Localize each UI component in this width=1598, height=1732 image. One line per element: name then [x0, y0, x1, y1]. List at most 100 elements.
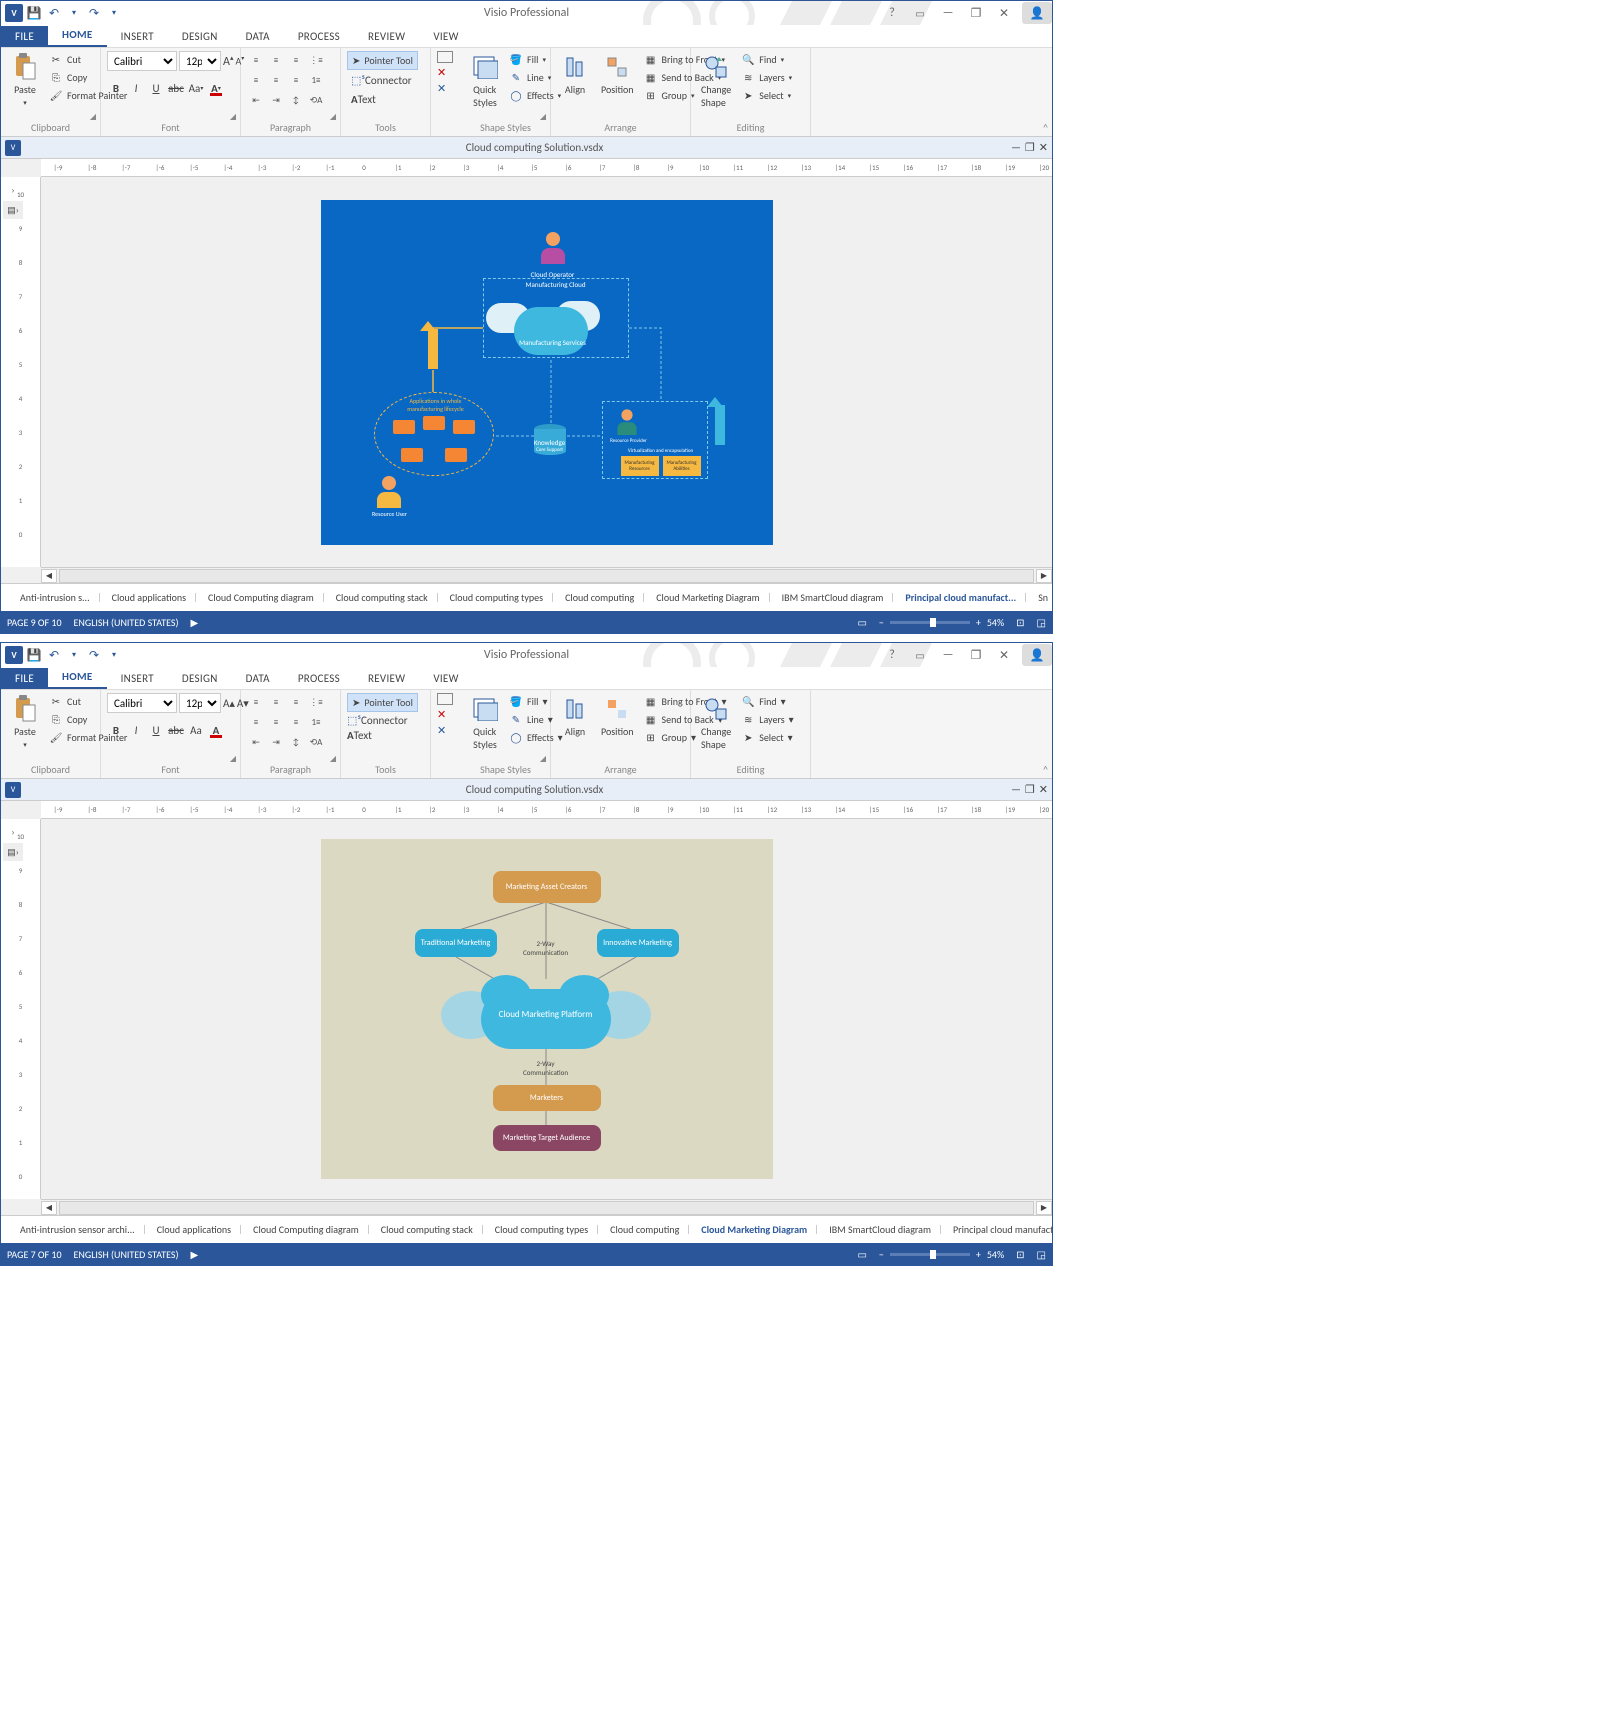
scroll-right-icon[interactable]: ▶ — [1036, 569, 1052, 583]
presentation-icon[interactable]: ▭ — [857, 616, 866, 629]
doc-restore-icon[interactable]: ❐ — [1025, 141, 1035, 154]
ribbon-display-icon[interactable]: ▭ — [906, 3, 934, 23]
scroll-track[interactable] — [59, 569, 1034, 583]
resource-user-shape[interactable] — [376, 476, 402, 510]
align-left-icon[interactable]: ≡ — [247, 71, 265, 89]
collapse-ribbon-icon[interactable]: ^ — [1043, 121, 1048, 134]
font-family-select[interactable]: Calibri — [107, 51, 177, 71]
scroll-right-2[interactable]: ▶ — [1036, 1201, 1052, 1215]
undo-icon-2[interactable]: ↶ — [45, 646, 63, 664]
numbering-icon[interactable]: 1≡ — [307, 71, 325, 89]
tab-view[interactable]: VIEW — [419, 26, 472, 47]
case-2[interactable]: Aa — [187, 721, 205, 739]
ptab2-6[interactable]: Cloud computing — [599, 1218, 690, 1241]
restore-icon-2[interactable]: ❐ — [962, 645, 990, 665]
paragraph-launcher-icon[interactable]: ◢ — [328, 112, 338, 122]
undo-icon[interactable]: ↶ — [45, 4, 63, 22]
text-tool-2[interactable]: AText — [347, 729, 372, 742]
tab-design[interactable]: DESIGN — [168, 26, 232, 47]
canvas-1[interactable]: Cloud Operator Manufacturing Cloud Manuf… — [41, 177, 1052, 567]
ptab2-1[interactable]: Anti-intrusion sensor archi... — [9, 1218, 146, 1241]
tab-file-2[interactable]: FILE — [1, 668, 48, 689]
align-2[interactable]: Align — [557, 693, 593, 740]
tab-file[interactable]: FILE — [1, 26, 48, 47]
shapes-pane-toggle-icon[interactable]: › — [3, 181, 23, 199]
fit-page-icon[interactable]: ⊡ — [1016, 616, 1024, 629]
zoom-control[interactable]: − + 54% — [879, 616, 1004, 629]
zoom-out-icon[interactable]: − — [879, 616, 884, 629]
connection-point-icon[interactable]: ✕ — [437, 82, 446, 95]
ptab-2[interactable]: Cloud applications — [101, 586, 197, 609]
text-tool-button[interactable]: AText — [347, 91, 380, 108]
zoom-out-2[interactable]: − — [879, 1248, 884, 1261]
ptab-5[interactable]: Cloud computing types — [439, 586, 554, 609]
qat-more-2[interactable]: ▾ — [105, 646, 123, 664]
diagram-page-1[interactable]: Cloud Operator Manufacturing Cloud Manuf… — [321, 200, 773, 545]
select-button[interactable]: ➤Select▾ — [739, 87, 794, 103]
save-icon[interactable]: 💾 — [25, 4, 43, 22]
close-icon[interactable]: ✕ — [990, 3, 1018, 23]
ptab-8[interactable]: IBM SmartCloud diagram — [771, 586, 895, 609]
user-icon-2[interactable]: 👤 — [1022, 644, 1052, 666]
case-icon[interactable]: Aa▾ — [187, 79, 205, 97]
zoom-slider[interactable] — [890, 621, 970, 624]
ptab2-2[interactable]: Cloud applications — [146, 1218, 242, 1241]
close-icon-2[interactable]: ✕ — [990, 645, 1018, 665]
ptab-1[interactable]: Anti-intrusion s... — [9, 586, 101, 609]
asset-creators-node[interactable]: Marketing Asset Creators — [493, 871, 601, 903]
ptab2-5[interactable]: Cloud computing types — [484, 1218, 599, 1241]
tab-insert[interactable]: INSERT — [107, 26, 168, 47]
delete-x-icon[interactable]: ✕ — [437, 66, 446, 79]
ptab2-4[interactable]: Cloud computing stack — [370, 1218, 484, 1241]
font-color-2[interactable]: A — [207, 721, 225, 739]
save-icon-2[interactable]: 💾 — [25, 646, 43, 664]
zoom-2[interactable]: − + 54% — [879, 1248, 1004, 1261]
innovative-marketing-node[interactable]: Innovative Marketing — [597, 929, 679, 957]
change-shape-button[interactable]: Change Shape — [697, 51, 735, 111]
connector-button[interactable]: ⬚⁵Connector — [347, 72, 416, 89]
tab-data-2[interactable]: DATA — [232, 668, 284, 689]
zoom-slider-2[interactable] — [890, 1253, 970, 1256]
macro-icon[interactable]: ▶ — [191, 616, 199, 629]
hscrollbar-2[interactable]: ◀ ▶ — [41, 1199, 1052, 1215]
cloud-operator-shape[interactable] — [540, 232, 566, 266]
ptab2-8[interactable]: IBM SmartCloud diagram — [818, 1218, 942, 1241]
connector-2[interactable]: ⬚⁵Connector — [347, 714, 408, 727]
spacing-icon[interactable]: ↕ — [287, 91, 305, 109]
help-icon[interactable]: ? — [878, 3, 906, 23]
presentation-2[interactable]: ▭ — [857, 1248, 866, 1261]
canvas-2[interactable]: Marketing Asset Creators Traditional Mar… — [41, 819, 1052, 1199]
ptab2-3[interactable]: Cloud Computing diagram — [242, 1218, 370, 1241]
qat-dropdown-icon[interactable]: ▾ — [65, 4, 83, 22]
obox-2[interactable] — [423, 416, 445, 430]
qat-dd-2[interactable]: ▾ — [65, 646, 83, 664]
find-2[interactable]: 🔍Find▾ — [739, 693, 795, 709]
pointer-tool-button[interactable]: ➤Pointer Tool — [347, 51, 418, 70]
resource-provider-shape[interactable] — [616, 409, 637, 436]
diagram-page-2[interactable]: Marketing Asset Creators Traditional Mar… — [321, 839, 773, 1179]
doc-minimize-icon[interactable]: — — [1011, 141, 1021, 154]
ptab-3[interactable]: Cloud Computing diagram — [197, 586, 325, 609]
obox-4[interactable] — [401, 448, 423, 462]
tab-review-2[interactable]: REVIEW — [354, 668, 419, 689]
qat-more-icon[interactable]: ▾ — [105, 4, 123, 22]
font-size-2[interactable]: 12pt. — [179, 693, 221, 713]
find-button[interactable]: 🔍Find▾ — [739, 51, 794, 67]
font-color-icon[interactable]: A▾ — [207, 79, 225, 97]
obox-5[interactable] — [445, 448, 467, 462]
align-center-icon[interactable]: ≡ — [267, 71, 285, 89]
strike-2[interactable]: abc — [167, 721, 185, 739]
tab-data[interactable]: DATA — [232, 26, 284, 47]
bullets-icon[interactable]: ⋮≡ — [307, 51, 325, 69]
paste-button[interactable]: Paste▾ — [7, 51, 43, 109]
hscrollbar-1[interactable]: ◀ ▶ — [41, 567, 1052, 583]
align-top-icon[interactable]: ≡ — [247, 51, 265, 69]
indent-inc-icon[interactable]: ⇥ — [267, 91, 285, 109]
font-size-select[interactable]: 12pt. — [179, 51, 221, 71]
redo-icon[interactable]: ↷ — [85, 4, 103, 22]
restore-icon[interactable]: ❐ — [962, 3, 990, 23]
shape-styles-launcher-icon[interactable]: ◢ — [538, 112, 548, 122]
ptab-extra[interactable]: Sn — [1027, 586, 1052, 609]
underline-2[interactable]: U — [147, 721, 165, 739]
shapes-toggle-2[interactable]: › — [3, 823, 23, 841]
